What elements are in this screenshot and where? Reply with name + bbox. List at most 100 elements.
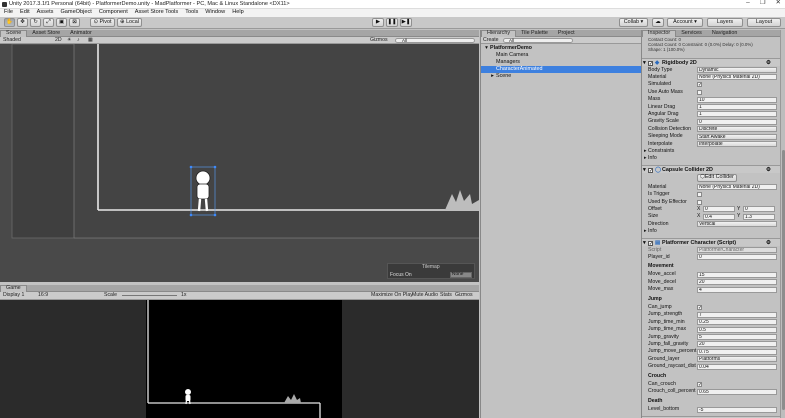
- close-button[interactable]: ✕: [776, 0, 781, 9]
- property-checkbox[interactable]: [697, 89, 702, 95]
- property-field[interactable]: 0.25: [697, 319, 777, 326]
- property-field[interactable]: 0.75: [697, 348, 777, 355]
- tab-game[interactable]: Game: [0, 285, 27, 292]
- hierarchy-search-input[interactable]: All: [503, 38, 573, 43]
- layout-dropdown[interactable]: Layout: [747, 18, 781, 27]
- maximize-button[interactable]: ❐: [760, 0, 766, 9]
- component-header[interactable]: ▾ ✓ ▤ Platformer Character (Script) ⚙: [642, 238, 780, 246]
- hierarchy-item[interactable]: ▾ PlatformerDemo: [481, 45, 641, 52]
- property-field[interactable]: 20: [697, 279, 777, 286]
- hand-tool-icon[interactable]: ✋: [4, 18, 15, 27]
- menu-window[interactable]: Window: [205, 10, 225, 16]
- tab-tile-palette[interactable]: Tile Palette: [516, 30, 553, 37]
- cloud-icon[interactable]: ☁: [652, 18, 664, 27]
- game-gizmos-dropdown[interactable]: Gizmos: [455, 292, 473, 298]
- component-settings-icon[interactable]: ⚙: [766, 167, 771, 173]
- property-dropdown[interactable]: Discrete: [697, 126, 777, 133]
- script-field[interactable]: PlatformerCharacter: [697, 247, 777, 253]
- property-label[interactable]: ▸ Constraints: [644, 148, 674, 154]
- focus-on-dropdown[interactable]: None: [450, 272, 472, 278]
- menu-help[interactable]: Help: [232, 10, 244, 16]
- lighting-icon[interactable]: ☀: [67, 37, 72, 43]
- menu-file[interactable]: File: [4, 10, 13, 16]
- property-field[interactable]: 0: [697, 118, 777, 125]
- property-field[interactable]: 10: [697, 96, 777, 103]
- property-field[interactable]: 20: [697, 341, 777, 348]
- menu-asset-store-tools[interactable]: Asset Store Tools: [135, 10, 178, 16]
- component-header[interactable]: ▾ ✓ ◆ Rigidbody 2D ⚙: [642, 58, 780, 66]
- component-enabled-checkbox[interactable]: ✓: [648, 60, 653, 66]
- property-field[interactable]: 7: [697, 311, 777, 318]
- property-field[interactable]: 0: [697, 254, 777, 261]
- tab-asset-store[interactable]: Asset Store: [27, 30, 65, 37]
- property-label[interactable]: ▸ Info: [644, 156, 657, 161]
- mute-audio-toggle[interactable]: Mute Audio: [412, 292, 438, 298]
- rect-tool-icon[interactable]: ▣: [56, 18, 67, 27]
- property-field[interactable]: 4: [697, 286, 777, 293]
- hierarchy-item[interactable]: Main Camera: [481, 52, 641, 59]
- component-header[interactable]: ▾ ✓ ◯ Capsule Collider 2D ⚙: [642, 165, 780, 174]
- foldout-arrow-icon[interactable]: ▾: [643, 240, 646, 246]
- property-field[interactable]: None (Physics Material 2D): [697, 184, 777, 191]
- hierarchy-item[interactable]: ▸ Scene: [481, 73, 641, 80]
- transform-tool-icon[interactable]: ⊠: [69, 18, 80, 27]
- tab-scene[interactable]: Scene: [0, 30, 28, 37]
- menu-component[interactable]: Component: [99, 10, 128, 16]
- play-button[interactable]: ▶: [372, 18, 384, 27]
- property-field[interactable]: 0.65: [697, 388, 777, 395]
- property-field[interactable]: 1: [697, 104, 777, 110]
- hierarchy-item[interactable]: Managers: [481, 59, 641, 66]
- maximize-on-play-toggle[interactable]: Maximize On Play: [371, 292, 413, 298]
- component-settings-icon[interactable]: ⚙: [766, 60, 771, 66]
- account-dropdown[interactable]: Account ▾: [667, 18, 703, 27]
- property-field[interactable]: 15: [697, 271, 777, 278]
- vector-field[interactable]: 1.3: [743, 213, 775, 220]
- pivot-toggle[interactable]: ⊙ Pivot: [90, 18, 115, 27]
- foldout-arrow-icon[interactable]: ▾: [643, 60, 646, 66]
- property-dropdown[interactable]: Dynamic: [697, 67, 777, 73]
- property-dropdown[interactable]: Start Awake: [697, 133, 777, 140]
- tab-navigation[interactable]: Navigation: [707, 30, 742, 37]
- stats-toggle[interactable]: Stats: [440, 292, 452, 298]
- layers-dropdown[interactable]: Layers: [707, 18, 743, 27]
- rotate-tool-icon[interactable]: ↻: [30, 18, 41, 27]
- property-checkbox[interactable]: ✓: [697, 304, 702, 310]
- scene-view[interactable]: Tilemap Focus On None: [0, 44, 479, 282]
- property-field[interactable]: 0.04: [697, 363, 777, 370]
- property-checkbox[interactable]: [697, 192, 702, 198]
- pause-button[interactable]: ❚❚: [386, 18, 398, 27]
- create-dropdown[interactable]: Create: [483, 37, 499, 43]
- menu-tools[interactable]: Tools: [185, 10, 198, 16]
- property-dropdown[interactable]: Interpolate: [697, 141, 777, 147]
- property-field[interactable]: 0.5: [697, 326, 777, 333]
- vector-field[interactable]: 0.4: [703, 213, 735, 220]
- tab-hierarchy[interactable]: Hierarchy: [481, 30, 517, 37]
- property-dropdown[interactable]: Platforms: [697, 356, 777, 363]
- property-field[interactable]: None (Physics Material 2D): [697, 74, 777, 81]
- shading-dropdown[interactable]: Shaded: [3, 37, 21, 43]
- component-enabled-checkbox[interactable]: ✓: [648, 167, 653, 173]
- property-checkbox[interactable]: ✓: [697, 381, 702, 387]
- effects-icon[interactable]: ▦: [88, 37, 93, 43]
- edit-collider-button[interactable]: ⬡ Edit Collider: [697, 174, 737, 183]
- component-settings-icon[interactable]: ⚙: [766, 240, 771, 246]
- scale-tool-icon[interactable]: ⤢: [43, 18, 54, 27]
- scrollbar-thumb[interactable]: [781, 150, 785, 410]
- inspector-scrollbar[interactable]: [780, 30, 785, 418]
- scale-slider[interactable]: [122, 295, 177, 296]
- hierarchy-item[interactable]: CharacterAnimated: [481, 66, 641, 73]
- property-field[interactable]: -5: [697, 406, 777, 413]
- step-button[interactable]: ▶❚: [400, 18, 412, 27]
- expand-arrow-icon[interactable]: ▾: [483, 45, 490, 51]
- tab-services[interactable]: Services: [676, 30, 707, 37]
- foldout-arrow-icon[interactable]: ▾: [643, 167, 646, 173]
- menu-gameobject[interactable]: GameObject: [60, 10, 91, 16]
- gizmos-dropdown[interactable]: Gizmos: [370, 37, 388, 43]
- property-field[interactable]: 1: [697, 111, 777, 118]
- audio-icon[interactable]: ♪: [77, 37, 80, 43]
- game-view[interactable]: [0, 300, 479, 418]
- mode-2d-toggle[interactable]: 2D: [55, 37, 62, 43]
- property-label[interactable]: ▸ Info: [644, 229, 657, 234]
- component-enabled-checkbox[interactable]: ✓: [648, 240, 653, 246]
- minimize-button[interactable]: –: [746, 0, 750, 9]
